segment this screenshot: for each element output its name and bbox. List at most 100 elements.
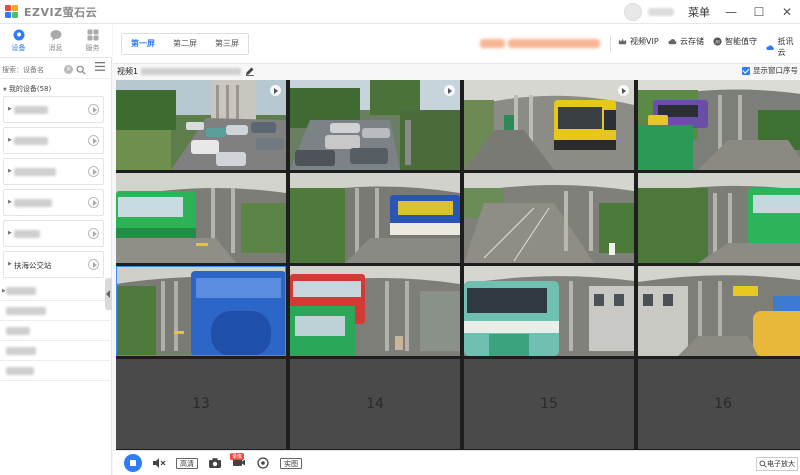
nav-message-label: 消息 (48, 44, 63, 52)
cloud-sync-label: 抵讯云 (777, 37, 794, 57)
tab-screen-1[interactable]: 第一屏 (122, 34, 164, 54)
ai-guard-button[interactable]: AI 智能值守 (713, 36, 757, 47)
record-badge: 录像 (230, 452, 245, 460)
play-icon[interactable] (270, 85, 281, 96)
cloud-storage-button[interactable]: 云存储 (668, 36, 704, 47)
expand-icon: ▼ (3, 87, 7, 93)
window-number-checkbox[interactable] (742, 66, 750, 75)
show-window-number-toggle[interactable]: 显示窗口序号 (742, 65, 798, 76)
vip-button[interactable]: 视频VIP (618, 36, 659, 47)
record-button[interactable]: 录像 (222, 452, 246, 471)
tab-screen-2[interactable]: 第二屏 (164, 34, 206, 54)
bus-station-video (464, 173, 634, 263)
video-cell[interactable] (464, 173, 634, 263)
video-cell[interactable] (290, 266, 460, 356)
device-item[interactable]: ▶ (3, 96, 104, 123)
bus-station-video (464, 266, 634, 356)
main-nav: 设备 消息 服务 (0, 24, 112, 58)
ptz-control-icon[interactable] (256, 457, 270, 469)
maximize-icon[interactable]: ☐ (746, 5, 772, 19)
search-input[interactable] (2, 65, 62, 74)
video-cell[interactable] (116, 80, 286, 170)
sidebar-collapse-handle[interactable] (105, 278, 112, 310)
device-group[interactable] (0, 321, 110, 341)
camera-info-bar: 视频1 显示窗口序号 (113, 64, 800, 78)
menu-button[interactable]: 菜单 (688, 4, 710, 20)
device-group-title: 我的设备(58) (8, 85, 52, 93)
cloud-icon (668, 39, 677, 45)
fullscreen-button[interactable]: 实图 (280, 457, 302, 469)
crown-icon (618, 38, 627, 45)
list-view-icon[interactable] (95, 62, 105, 71)
zoom-label: 电子放大 (767, 460, 795, 468)
minimize-icon[interactable]: — (718, 5, 744, 19)
close-icon[interactable]: ✕ (774, 5, 800, 19)
app-logo: EZVIZ萤石云 (5, 4, 97, 20)
quality-button[interactable]: 高清 (176, 457, 198, 469)
clear-icon[interactable]: × (64, 65, 73, 74)
video-cell[interactable] (116, 173, 286, 263)
ai-icon: AI (713, 37, 722, 46)
nav-service-label: 服务 (85, 44, 100, 52)
video-cell[interactable] (290, 173, 460, 263)
video-cell[interactable] (638, 173, 800, 263)
play-icon[interactable] (618, 85, 629, 96)
mute-icon[interactable] (152, 457, 166, 469)
video-cell[interactable] (638, 266, 800, 356)
video-cell[interactable] (290, 80, 460, 170)
device-item[interactable]: ▶ (3, 189, 104, 216)
play-icon[interactable] (88, 259, 99, 270)
play-icon[interactable] (88, 135, 99, 146)
device-group[interactable] (0, 301, 110, 321)
video-cell[interactable] (464, 266, 634, 356)
play-icon[interactable] (88, 104, 99, 115)
cloud-sync-button[interactable]: 抵讯云 (766, 36, 800, 58)
play-icon[interactable] (88, 166, 99, 177)
bus-station-video (638, 173, 800, 263)
edit-icon[interactable] (245, 66, 255, 76)
nav-device[interactable]: 设备 (0, 24, 37, 58)
empty-video-slot[interactable]: 15 (464, 359, 634, 449)
bus-station-video (290, 266, 460, 356)
empty-video-slot[interactable]: 14 (290, 359, 460, 449)
camera-icon[interactable] (208, 457, 222, 469)
device-item[interactable]: ▶ (3, 220, 104, 247)
video-grid: 13 14 15 16 (116, 80, 800, 450)
play-icon[interactable] (88, 197, 99, 208)
play-icon[interactable] (88, 228, 99, 239)
promo-banner[interactable] (480, 39, 505, 48)
nav-message[interactable]: 消息 (37, 24, 74, 58)
device-group-header[interactable]: ▼ 我的设备(58) (3, 84, 51, 94)
device-group[interactable] (0, 361, 110, 381)
video-cell[interactable] (116, 266, 286, 356)
promo-banner-2[interactable] (508, 39, 600, 48)
title-bar: EZVIZ萤石云 菜单 — ☐ ✕ (0, 0, 800, 24)
device-item[interactable]: ▶ 扶海公交站 (3, 251, 104, 278)
digital-zoom-button[interactable]: 电子放大 (756, 457, 798, 471)
avatar[interactable] (624, 3, 642, 21)
username[interactable] (648, 8, 674, 16)
nav-device-label: 设备 (11, 44, 26, 52)
play-icon[interactable] (444, 85, 455, 96)
cloud-storage-label: 云存储 (680, 37, 704, 46)
empty-video-slot[interactable]: 13 (116, 359, 286, 449)
tab-screen-3[interactable]: 第三屏 (206, 34, 248, 54)
slot-number: 14 (366, 396, 384, 412)
bus-station-video (464, 80, 634, 170)
device-group[interactable] (0, 341, 110, 361)
nav-service[interactable]: 服务 (74, 24, 111, 58)
slot-number: 16 (714, 396, 732, 412)
empty-video-slot[interactable]: 16 (638, 359, 800, 449)
video-cell[interactable] (638, 80, 800, 170)
zoom-icon (759, 460, 767, 468)
stop-button[interactable] (124, 454, 142, 472)
search-icon[interactable] (76, 65, 86, 75)
bus-station-video (116, 173, 286, 263)
device-item[interactable]: ▶ (3, 158, 104, 185)
screen-tabs: 第一屏 第二屏 第三屏 (121, 33, 249, 55)
device-item[interactable]: ▶ (3, 127, 104, 154)
video-cell[interactable] (464, 80, 634, 170)
bus-station-video (638, 80, 800, 170)
device-group[interactable]: ▶ (0, 281, 110, 301)
service-icon (87, 29, 98, 41)
